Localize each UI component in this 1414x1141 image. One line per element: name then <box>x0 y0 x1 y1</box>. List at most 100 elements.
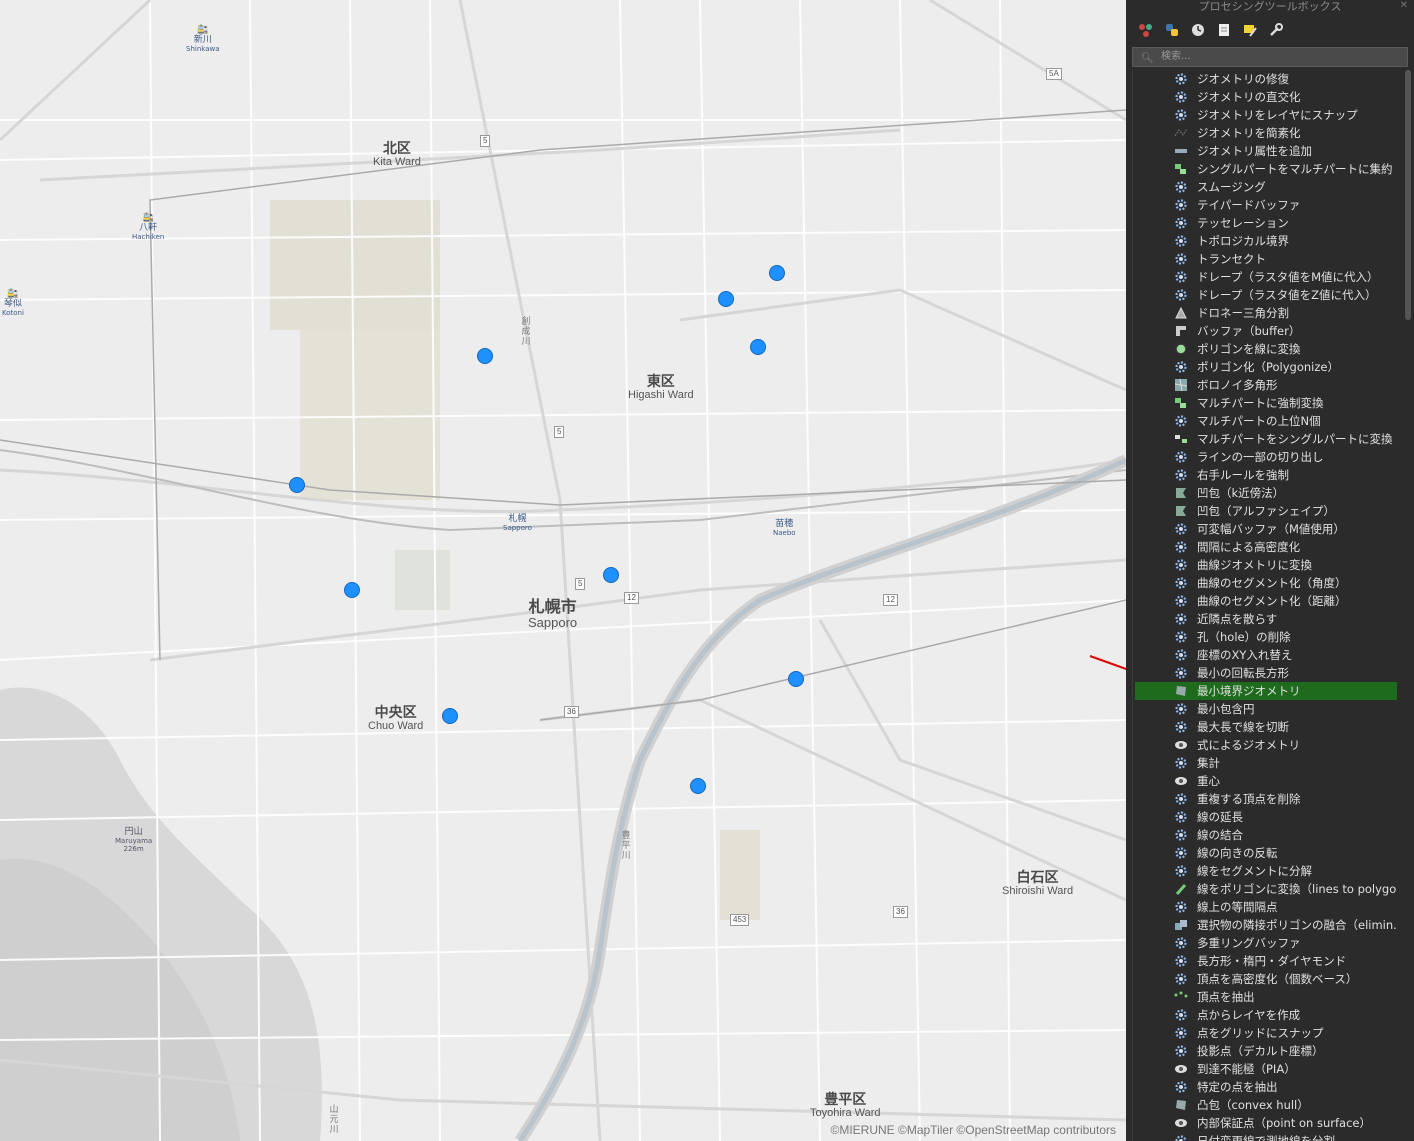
algorithm-item[interactable]: トポロジカル境界 <box>1135 232 1397 250</box>
scrollbar[interactable] <box>1404 70 1412 1141</box>
gear-icon <box>1173 827 1189 843</box>
point-marker[interactable] <box>603 567 619 583</box>
algorithm-item[interactable]: 頂点を抽出 <box>1135 988 1397 1006</box>
point-marker[interactable] <box>718 291 734 307</box>
algorithm-item[interactable]: 点からレイヤを作成 <box>1135 1006 1397 1024</box>
algorithm-item[interactable]: 点をグリッドにスナップ <box>1135 1024 1397 1042</box>
gear-icon <box>1173 611 1189 627</box>
algorithm-item[interactable]: 曲線のセグメント化（角度） <box>1135 574 1397 592</box>
algorithm-item[interactable]: 曲線のセグメント化（距離） <box>1135 592 1397 610</box>
algorithm-item[interactable]: テッセレーション <box>1135 214 1397 232</box>
algorithm-item[interactable]: 到達不能極（PIA） <box>1135 1060 1397 1078</box>
algorithm-item[interactable]: ジオメトリをレイヤにスナップ <box>1135 106 1397 124</box>
convex-icon <box>1173 1097 1189 1113</box>
algorithm-list[interactable]: ジオメトリの修復 ジオメトリの直交化 ジオメトリをレイヤにスナップ ジオメトリを簡素化… <box>1132 70 1399 1141</box>
search-input[interactable]: 🔍︎ 検索... <box>1132 47 1408 67</box>
algorithm-item[interactable]: 凹包（k近傍法） <box>1135 484 1397 502</box>
algorithm-item[interactable]: ボロノイ多角形 <box>1135 376 1397 394</box>
algorithm-item[interactable]: 集計 <box>1135 754 1397 772</box>
algorithm-item[interactable]: 座標のXY入れ替え <box>1135 646 1397 664</box>
gear-icon <box>1173 1007 1189 1023</box>
station-hachiken: 🚉 八軒 Hachiken <box>132 213 165 241</box>
gear-icon <box>1173 701 1189 717</box>
edit-icon[interactable] <box>1240 20 1260 40</box>
algorithm-item[interactable]: 右手ルールを強制 <box>1135 466 1397 484</box>
python-icon[interactable] <box>1162 20 1182 40</box>
algorithm-item[interactable]: テイパードバッファ <box>1135 196 1397 214</box>
algorithm-item[interactable]: 頂点を高密度化（個数ベース） <box>1135 970 1397 988</box>
algorithm-item[interactable]: 多重リングバッファ <box>1135 934 1397 952</box>
algorithm-item[interactable]: ドロネー三角分割 <box>1135 304 1397 322</box>
algorithm-item[interactable]: 最小の回転長方形 <box>1135 664 1397 682</box>
map-canvas[interactable]: 北区 Kita Ward 東区 Higashi Ward 札幌市 Sapporo 中央… <box>0 0 1126 1141</box>
point-marker[interactable] <box>442 708 458 724</box>
algorithm-item[interactable]: 近隣点を散らす <box>1135 610 1397 628</box>
algorithm-item[interactable]: 最小境界ジオメトリ <box>1135 682 1397 700</box>
algorithm-item[interactable]: 特定の点を抽出 <box>1135 1078 1397 1096</box>
algorithm-item[interactable]: ジオメトリを簡素化 <box>1135 124 1397 142</box>
algorithm-item[interactable]: 式によるジオメトリ <box>1135 736 1397 754</box>
close-icon[interactable]: ✕ <box>1400 0 1408 11</box>
gear-icon <box>1173 593 1189 609</box>
algorithm-label: 最小の回転長方形 <box>1197 666 1289 680</box>
algorithm-label: ドロネー三角分割 <box>1197 306 1289 320</box>
settings-icon[interactable] <box>1266 20 1286 40</box>
algorithm-item[interactable]: 長方形・楕円・ダイヤモンド <box>1135 952 1397 970</box>
algorithm-item[interactable]: 線上の等間隔点 <box>1135 898 1397 916</box>
algorithm-item[interactable]: 線の延長 <box>1135 808 1397 826</box>
algorithm-item[interactable]: スムージング <box>1135 178 1397 196</box>
history-icon[interactable] <box>1188 20 1208 40</box>
algorithm-item[interactable]: ラインの一部の切り出し <box>1135 448 1397 466</box>
results-icon[interactable] <box>1214 20 1234 40</box>
point-marker[interactable] <box>477 348 493 364</box>
algorithm-item[interactable]: 重複する頂点を削除 <box>1135 790 1397 808</box>
scrollbar-thumb[interactable] <box>1405 70 1411 320</box>
algorithm-item[interactable]: 内部保証点（point on surface） <box>1135 1114 1397 1132</box>
algorithm-item[interactable]: ドレープ（ラスタ値をM値に代入） <box>1135 268 1397 286</box>
algorithm-item[interactable]: 間隔による高密度化 <box>1135 538 1397 556</box>
map-attribution: ©MIERUNE ©MapTiler ©OpenStreetMap contri… <box>830 1123 1116 1137</box>
algorithm-item[interactable]: 日付変更線で測地線を分割 <box>1135 1132 1397 1141</box>
algorithm-item[interactable]: 孔（hole）の削除 <box>1135 628 1397 646</box>
algorithm-item[interactable]: マルチパートをシングルパートに変換 <box>1135 430 1397 448</box>
algorithm-item[interactable]: マルチパートに強制変換 <box>1135 394 1397 412</box>
algorithm-item[interactable]: 曲線ジオメトリに変換 <box>1135 556 1397 574</box>
algorithm-item[interactable]: 凹包（アルファシェイプ） <box>1135 502 1397 520</box>
algorithm-label: ポリゴンを線に変換 <box>1197 342 1301 356</box>
algorithm-item[interactable]: バッファ（buffer） <box>1135 322 1397 340</box>
point-marker[interactable] <box>769 265 785 281</box>
algorithm-item[interactable]: ポリゴンを線に変換 <box>1135 340 1397 358</box>
delaunay-icon <box>1173 305 1189 321</box>
algorithm-item[interactable]: 線の結合 <box>1135 826 1397 844</box>
algorithm-item[interactable]: ジオメトリ属性を追加 <box>1135 142 1397 160</box>
algorithm-item[interactable]: 選択物の隣接ポリゴンの融合（elimin... <box>1135 916 1397 934</box>
algorithm-item[interactable]: マルチパートの上位N個 <box>1135 412 1397 430</box>
algorithm-item[interactable]: ジオメトリの修復 <box>1135 70 1397 88</box>
route-shield: 5 <box>575 578 586 590</box>
algorithm-item[interactable]: 最小包含円 <box>1135 700 1397 718</box>
algorithm-item[interactable]: 凸包（convex hull） <box>1135 1096 1397 1114</box>
algorithm-item[interactable]: 投影点（デカルト座標） <box>1135 1042 1397 1060</box>
algorithm-label: マルチパートの上位N個 <box>1197 414 1321 428</box>
point-marker[interactable] <box>788 671 804 687</box>
algorithm-item[interactable]: ドレープ（ラスタ値をZ値に代入） <box>1135 286 1397 304</box>
point-marker[interactable] <box>750 339 766 355</box>
algorithm-item[interactable]: 最大長で線を切断 <box>1135 718 1397 736</box>
toolbox-toolbar <box>1136 20 1286 42</box>
algorithm-item[interactable]: 線をセグメントに分解 <box>1135 862 1397 880</box>
station-naebo: 苗穂 Naebo <box>773 519 796 537</box>
algorithm-item[interactable]: シングルパートをマルチパートに集約 <box>1135 160 1397 178</box>
algorithm-item[interactable]: 線をポリゴンに変換（lines to polygo... <box>1135 880 1397 898</box>
point-marker[interactable] <box>690 778 706 794</box>
point-marker[interactable] <box>289 477 305 493</box>
algorithm-label: ジオメトリ属性を追加 <box>1197 144 1312 158</box>
algorithm-item[interactable]: ポリゴン化（Polygonize） <box>1135 358 1397 376</box>
algorithm-item[interactable]: 可変幅バッファ（M値使用） <box>1135 520 1397 538</box>
basemap <box>0 0 1126 1141</box>
point-marker[interactable] <box>344 582 360 598</box>
model-icon[interactable] <box>1136 20 1156 40</box>
algorithm-item[interactable]: 線の向きの反転 <box>1135 844 1397 862</box>
algorithm-item[interactable]: 重心 <box>1135 772 1397 790</box>
algorithm-item[interactable]: トランセクト <box>1135 250 1397 268</box>
algorithm-item[interactable]: ジオメトリの直交化 <box>1135 88 1397 106</box>
